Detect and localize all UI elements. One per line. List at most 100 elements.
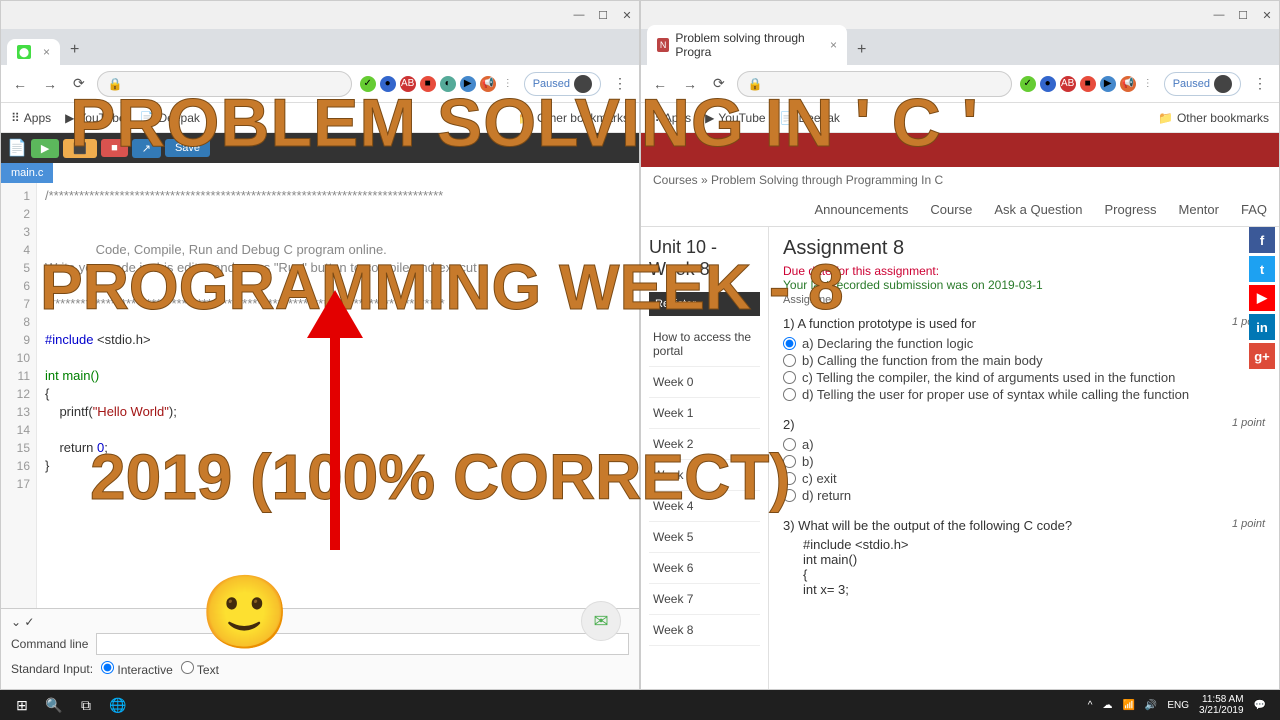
new-file-icon[interactable]: 📄 (7, 138, 27, 158)
ext-icon[interactable]: 📢 (480, 76, 496, 92)
youtube-icon[interactable]: ▶ (1249, 285, 1275, 311)
url-input[interactable]: 🔒 (97, 71, 352, 97)
sidebar-item-week0[interactable]: Week 0 (649, 367, 760, 398)
ext-icon[interactable]: AB (1060, 76, 1076, 92)
minimize-button[interactable]: — (1213, 9, 1225, 21)
ext-icon[interactable]: ■ (420, 76, 436, 92)
tray-chevron-icon[interactable]: ^ (1088, 700, 1093, 711)
sidebar-item-week4[interactable]: Week 4 (649, 491, 760, 522)
ext-icon[interactable]: ▶ (460, 76, 476, 92)
save-button[interactable]: Save (165, 139, 210, 157)
option-b[interactable]: b) (783, 453, 1265, 470)
other-bookmarks[interactable]: 📁 Other bookmarks (1158, 111, 1269, 125)
gplus-icon[interactable]: g+ (1249, 343, 1275, 369)
apps-bookmark[interactable]: ⠿ Apps (11, 111, 51, 125)
tab-close-icon[interactable]: × (43, 45, 50, 59)
youtube-bookmark[interactable]: ▶ YouTube (705, 111, 765, 125)
ext-icon[interactable]: AB (400, 76, 416, 92)
browser-tab[interactable]: N Problem solving through Progra × (647, 25, 847, 65)
apps-bookmark[interactable]: ⠿ Apps (651, 111, 691, 125)
run-button[interactable]: ▶ (31, 139, 59, 158)
close-button[interactable]: ✕ (621, 9, 633, 21)
youtube-bookmark[interactable]: ▶ YouTube (65, 111, 125, 125)
ext-icon[interactable]: ● (380, 76, 396, 92)
reload-button[interactable]: ⟳ (69, 73, 89, 94)
option-d[interactable]: d) return (783, 487, 1265, 504)
debug-button[interactable]: ⬛ (63, 139, 97, 158)
profile-paused[interactable]: Paused (1164, 72, 1241, 96)
option-d[interactable]: d) Telling the user for proper use of sy… (783, 386, 1265, 403)
nav-ask[interactable]: Ask a Question (994, 202, 1082, 217)
maximize-button[interactable]: ☐ (597, 9, 609, 21)
nav-course[interactable]: Course (930, 202, 972, 217)
menu-button[interactable]: ⋮ (609, 73, 631, 94)
other-bookmarks[interactable]: 📁 Other bookmarks (518, 111, 629, 125)
browser-tab[interactable]: ⬤ × (7, 39, 60, 65)
twitter-icon[interactable]: t (1249, 256, 1275, 282)
deepak-bookmark[interactable]: 📄 Deepak (780, 111, 840, 125)
nav-mentor[interactable]: Mentor (1179, 202, 1219, 217)
nav-announcements[interactable]: Announcements (814, 202, 908, 217)
reload-button[interactable]: ⟳ (709, 73, 729, 94)
option-c[interactable]: c) Telling the compiler, the kind of arg… (783, 369, 1265, 386)
minimize-button[interactable]: — (573, 9, 585, 21)
search-button[interactable]: 🔍 (38, 690, 70, 720)
option-a[interactable]: a) (783, 436, 1265, 453)
option-a[interactable]: a) Declaring the function logic (783, 335, 1265, 352)
share-button[interactable]: ↗ (132, 139, 161, 158)
volume-icon[interactable]: 🔊 (1145, 700, 1157, 711)
start-button[interactable]: ⊞ (6, 690, 38, 720)
profile-paused[interactable]: Paused (524, 72, 601, 96)
clock[interactable]: 11:58 AM 3/21/2019 (1199, 694, 1244, 716)
ext-icon[interactable]: ◐ (440, 76, 456, 92)
linkedin-icon[interactable]: in (1249, 314, 1275, 340)
onedrive-icon[interactable]: ☁ (1102, 700, 1112, 711)
back-button[interactable]: ← (649, 74, 671, 94)
language-indicator[interactable]: ENG (1167, 700, 1189, 711)
taskview-button[interactable]: ⧉ (70, 690, 102, 720)
sidebar-item-access[interactable]: How to access the portal (649, 322, 760, 367)
menu-button[interactable]: ⋮ (1249, 73, 1271, 94)
tab-close-icon[interactable]: × (830, 38, 837, 52)
notifications-icon[interactable]: 💬 (1254, 700, 1266, 711)
stdin-interactive[interactable]: Interactive (101, 661, 173, 677)
ext-icon[interactable]: ⋮ (1140, 76, 1156, 92)
file-tab[interactable]: main.c (1, 163, 53, 183)
code-area[interactable]: /***************************************… (37, 183, 639, 608)
collapse-icon[interactable]: ⌄ ✓ (11, 615, 34, 629)
new-tab-button[interactable]: + (64, 35, 85, 65)
close-button[interactable]: ✕ (1261, 9, 1273, 21)
code-editor[interactable]: 1234567891011121314151617 /*************… (1, 183, 639, 608)
facebook-icon[interactable]: f (1249, 227, 1275, 253)
sidebar-item-week1[interactable]: Week 1 (649, 398, 760, 429)
stop-button[interactable]: ■ (101, 139, 128, 157)
ext-icon[interactable]: ✓ (360, 76, 376, 92)
sidebar-item-week8[interactable]: Week 8 (649, 615, 760, 646)
ext-icon[interactable]: ● (1040, 76, 1056, 92)
register-box[interactable]: Register (649, 292, 760, 316)
forward-button[interactable]: → (39, 74, 61, 94)
sidebar-item-week3[interactable]: Week 3 (649, 460, 760, 491)
cmdline-input[interactable] (96, 633, 629, 655)
url-input[interactable]: 🔒 (737, 71, 1012, 97)
maximize-button[interactable]: ☐ (1237, 9, 1249, 21)
stdin-text[interactable]: Text (181, 661, 219, 677)
option-b[interactable]: b) Calling the function from the main bo… (783, 352, 1265, 369)
nav-progress[interactable]: Progress (1104, 202, 1156, 217)
forward-button[interactable]: → (679, 74, 701, 94)
chrome-taskbar-icon[interactable]: 🌐 (102, 690, 134, 720)
option-c[interactable]: c) exit (783, 470, 1265, 487)
wifi-icon[interactable]: 📶 (1122, 700, 1134, 711)
back-button[interactable]: ← (9, 74, 31, 94)
ext-icon[interactable]: ■ (1080, 76, 1096, 92)
feedback-button[interactable]: ✉ (581, 601, 621, 641)
new-tab-button[interactable]: + (851, 35, 872, 65)
ext-icon[interactable]: 📢 (1120, 76, 1136, 92)
ext-icon[interactable]: ✓ (1020, 76, 1036, 92)
ext-icon[interactable]: ▶ (1100, 76, 1116, 92)
sidebar-item-week2[interactable]: Week 2 (649, 429, 760, 460)
ext-icon[interactable]: ⋮ (500, 76, 516, 92)
sidebar-item-week5[interactable]: Week 5 (649, 522, 760, 553)
sidebar-item-week6[interactable]: Week 6 (649, 553, 760, 584)
deepak-bookmark[interactable]: 📄 Deepak (140, 111, 200, 125)
